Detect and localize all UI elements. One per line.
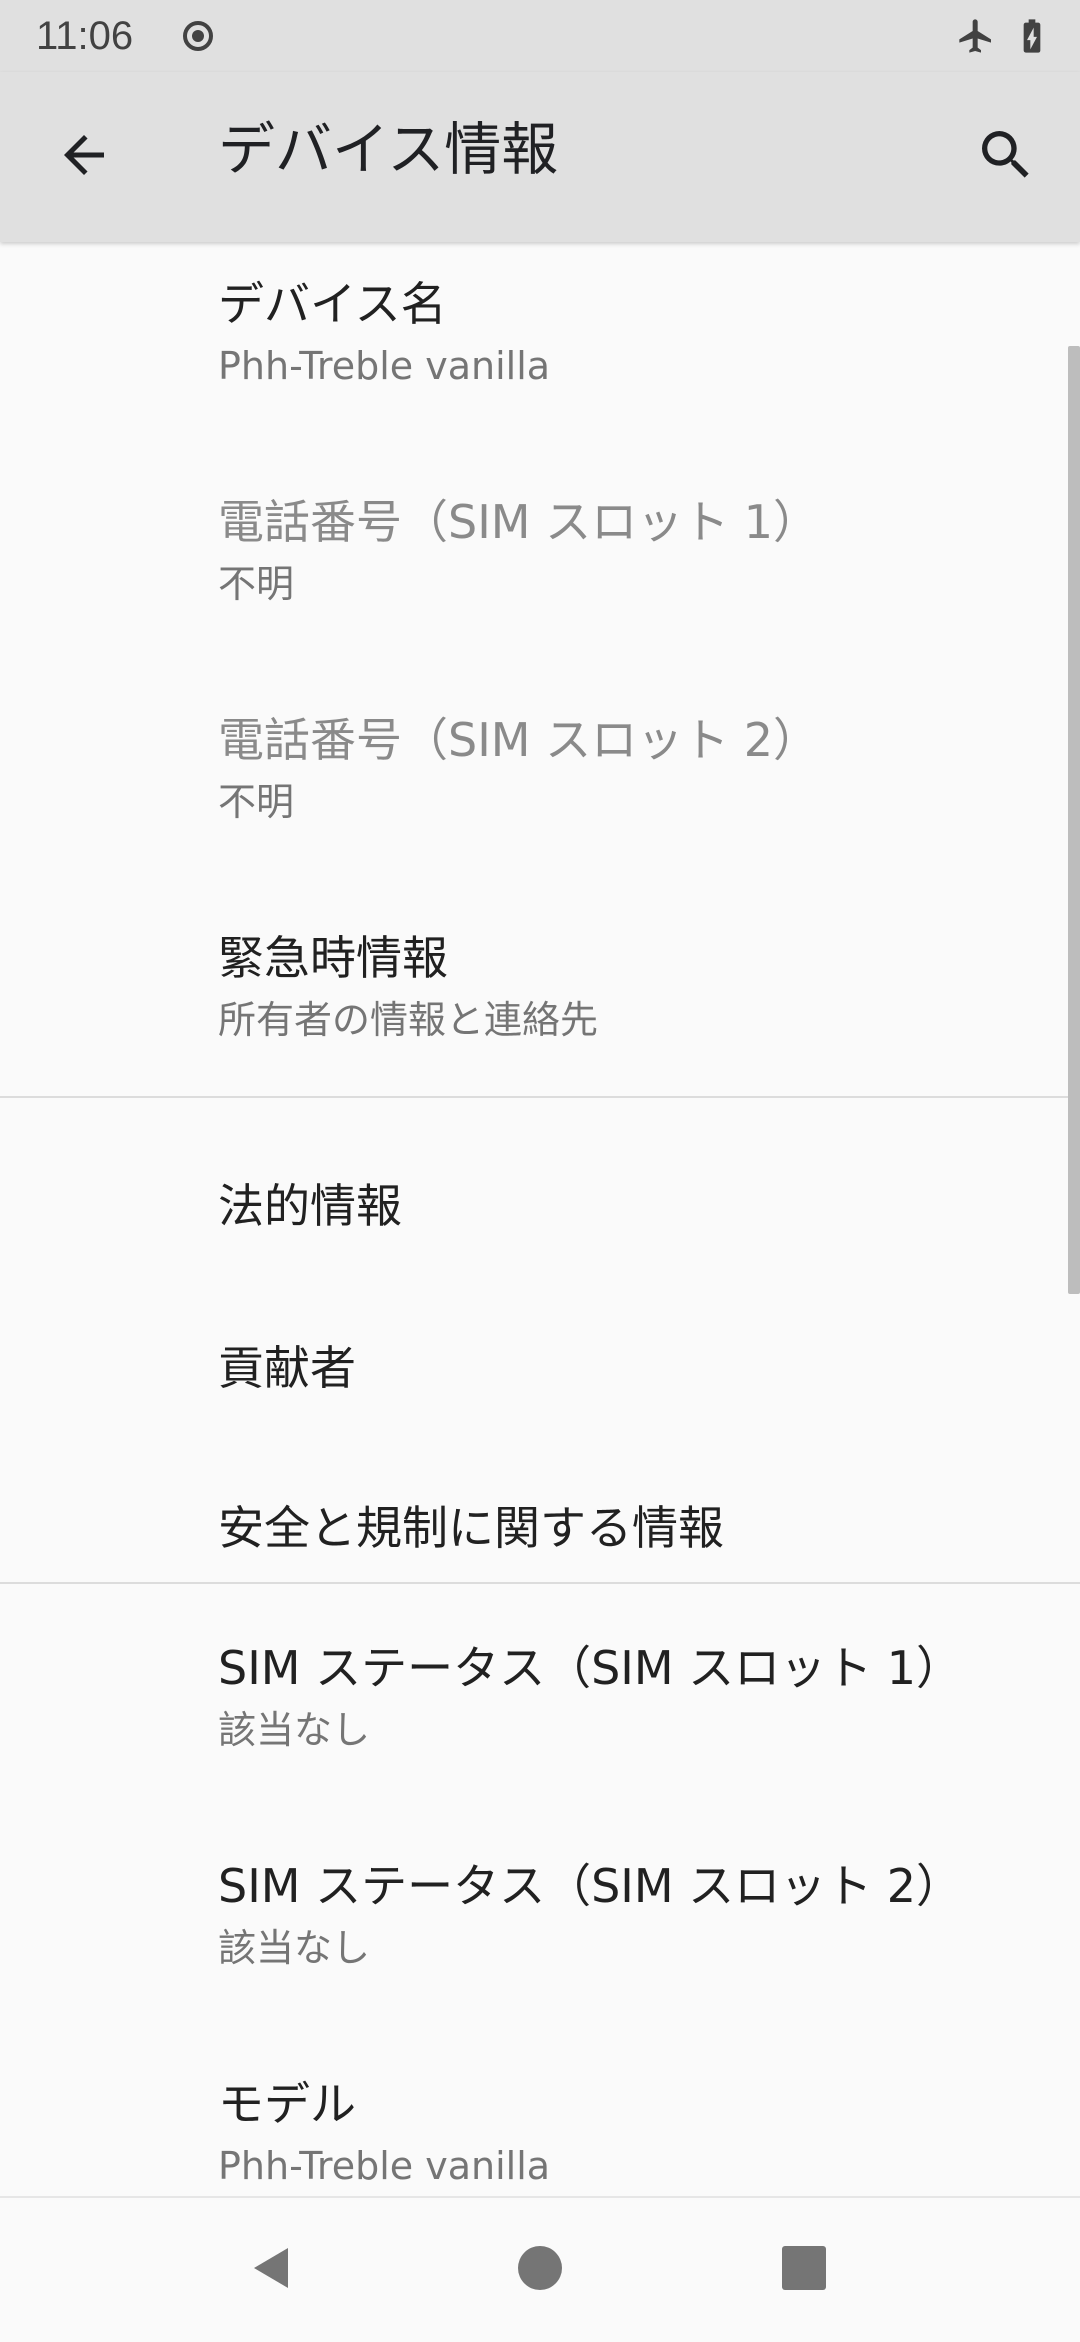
item-title: SIM ステータス（SIM スロット 2） [218, 1859, 963, 1913]
item-summary: 該当なし [218, 1708, 371, 1752]
navigation-bar [0, 2196, 1080, 2342]
nav-back-button[interactable] [232, 2230, 312, 2310]
list-item-contributors[interactable]: 貢献者 [0, 1260, 1080, 1422]
nav-back-icon [244, 2240, 300, 2300]
item-title: 電話番号（SIM スロット 1） [218, 495, 819, 549]
search-button[interactable] [966, 117, 1046, 197]
item-title: 緊急時情報 [218, 931, 448, 985]
battery-charging-icon [1012, 16, 1052, 56]
status-time: 11:06 [36, 14, 134, 58]
item-summary: Phh-Treble vanilla [218, 2144, 551, 2188]
list-item-phone-number-slot-1: 電話番号（SIM スロット 1） 不明 [0, 414, 1080, 632]
item-title: 安全と規制に関する情報 [218, 1501, 724, 1555]
page-title: デバイス情報 [218, 117, 559, 183]
list-item-sim-status-slot-2[interactable]: SIM ステータス（SIM スロット 2） 該当なし [0, 1802, 1080, 2020]
item-title: モデル [218, 2077, 356, 2131]
list-item-sim-status-slot-1[interactable]: SIM ステータス（SIM スロット 1） 該当なし [0, 1584, 1080, 1802]
record-icon [178, 16, 218, 56]
item-summary: 所有者の情報と連絡先 [218, 998, 599, 1042]
item-summary: 不明 [218, 780, 295, 824]
item-title: デバイス名 [218, 277, 447, 331]
nav-home-icon [512, 2240, 568, 2300]
status-bar: 11:06 [0, 0, 1080, 72]
search-icon [974, 123, 1038, 191]
list-item-device-name[interactable]: デバイス名 Phh-Treble vanilla [0, 242, 1080, 414]
list-item-safety-regulatory[interactable]: 安全と規制に関する情報 [0, 1422, 1080, 1582]
list-item-model[interactable]: モデル Phh-Treble vanilla [0, 2020, 1080, 2196]
airplane-mode-icon [956, 16, 996, 56]
item-summary: 該当なし [218, 1926, 371, 1970]
nav-recents-icon [776, 2240, 832, 2300]
back-button[interactable] [44, 117, 124, 197]
app-bar: デバイス情報 [0, 72, 1080, 242]
item-title: 法的情報 [218, 1179, 402, 1233]
item-title: 貢献者 [218, 1341, 356, 1395]
nav-home-button[interactable] [500, 2230, 580, 2310]
list-item-phone-number-slot-2: 電話番号（SIM スロット 2） 不明 [0, 632, 1080, 850]
item-summary: Phh-Treble vanilla [218, 344, 551, 388]
item-title: SIM ステータス（SIM スロット 1） [218, 1641, 963, 1695]
nav-recents-button[interactable] [764, 2230, 844, 2310]
item-title: 電話番号（SIM スロット 2） [218, 713, 819, 767]
arrow-back-icon [54, 125, 114, 189]
settings-list[interactable]: デバイス名 Phh-Treble vanilla 電話番号（SIM スロット 1… [0, 242, 1080, 2196]
scrollbar[interactable] [1068, 346, 1080, 1294]
item-summary: 不明 [218, 562, 295, 606]
list-item-legal-info[interactable]: 法的情報 [0, 1098, 1080, 1260]
